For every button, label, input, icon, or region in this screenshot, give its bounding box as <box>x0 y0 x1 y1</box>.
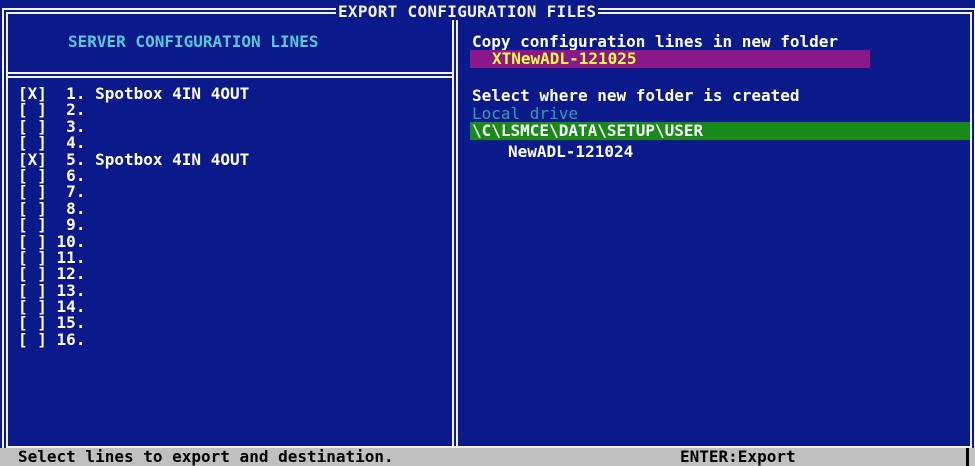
select-destination-label: Select where new folder is created <box>472 86 800 105</box>
window-title: EXPORT CONFIGURATION FILES <box>336 2 599 21</box>
current-path-item[interactable]: \C\LSMCE\DATA\SETUP\USER <box>470 122 970 140</box>
left-header-separator <box>8 72 454 78</box>
status-bar-edge <box>966 448 969 466</box>
list-item[interactable]: [ ] 16. <box>18 329 249 349</box>
configuration-lines-list: [X] 1. Spotbox 4IN 4OUT [ ] 2. [ ] 3. [ … <box>18 84 250 349</box>
enter-export-key-hint: ENTER:Export <box>680 447 796 466</box>
checkbox[interactable]: [ ] <box>18 330 47 349</box>
left-panel-header: SERVER CONFIGURATION LINES <box>68 32 319 51</box>
status-bar: Select lines to export and destination. … <box>0 448 975 466</box>
new-folder-name-input[interactable]: XTNewADL-121025 <box>470 50 870 68</box>
folder-list-item[interactable]: NewADL-121024 <box>508 142 633 161</box>
line-name: Spotbox 4IN 4OUT <box>95 84 250 103</box>
status-hint: Select lines to export and destination. <box>18 447 394 466</box>
line-number: 16. <box>56 329 86 349</box>
line-name: Spotbox 4IN 4OUT <box>95 149 250 169</box>
